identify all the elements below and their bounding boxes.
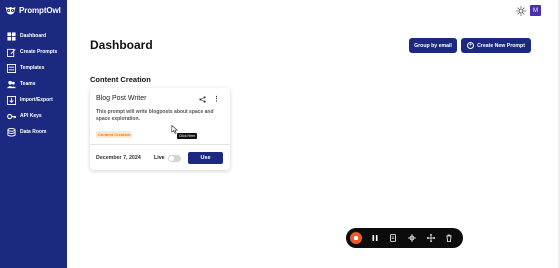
sidebar-item-create-prompts[interactable]: Create Prompts <box>0 44 67 60</box>
pause-icon <box>372 235 378 241</box>
tooltip: Click Here <box>177 133 198 139</box>
card-divider <box>90 144 230 145</box>
sidebar-item-label: Data Room <box>20 129 47 135</box>
key-icon <box>7 112 16 121</box>
recording-toolbar <box>346 228 463 248</box>
theme-toggle-sun-icon[interactable] <box>516 6 526 16</box>
sidebar-item-templates[interactable]: Templates <box>0 60 67 76</box>
sidebar-item-teams[interactable]: Teams <box>0 76 67 92</box>
sidebar-item-label: Templates <box>20 65 45 71</box>
delete-button[interactable] <box>443 232 455 244</box>
stop-icon <box>354 236 358 240</box>
share-icon[interactable] <box>199 96 206 103</box>
card-date: December 7, 2024 <box>96 155 141 161</box>
brand-name: PromptOwl <box>19 6 61 15</box>
sidebar-item-import-export[interactable]: Import/Export <box>0 92 67 108</box>
move-button[interactable] <box>425 232 437 244</box>
pause-button[interactable] <box>369 232 381 244</box>
stop-recording-button[interactable] <box>350 232 362 244</box>
sidebar-nav: Dashboard Create Prompts Templates Teams… <box>0 28 67 140</box>
sidebar-item-dashboard[interactable]: Dashboard <box>0 28 67 44</box>
sidebar-item-api-keys[interactable]: API Keys <box>0 108 67 124</box>
sidebar-item-label: Dashboard <box>20 33 47 39</box>
sidebar: PromptOwl Dashboard Create Prompts Templ… <box>0 0 67 268</box>
category-tag: Content Creation <box>96 131 133 138</box>
brand[interactable]: PromptOwl <box>5 6 61 15</box>
card-description: This prompt will write blogposts about s… <box>96 109 214 122</box>
use-button-label: Use <box>200 155 211 161</box>
teams-icon <box>7 80 16 89</box>
create-new-prompt-button[interactable]: + Create New Prompt <box>461 38 531 53</box>
sidebar-item-label: Teams <box>20 81 36 87</box>
live-label: Live <box>154 155 165 161</box>
dashboard-icon <box>7 31 16 41</box>
owl-logo-icon <box>5 7 16 15</box>
more-options-icon[interactable]: ⋮ <box>213 95 220 104</box>
toggle-knob <box>169 156 174 161</box>
notes-button[interactable] <box>387 232 399 244</box>
plus-circle-icon: + <box>467 42 475 49</box>
templates-icon <box>7 63 16 73</box>
sidebar-item-label: Create Prompts <box>20 49 58 55</box>
sidebar-item-label: API Keys <box>20 113 42 119</box>
import-export-icon <box>7 95 16 105</box>
sidebar-item-label: Import/Export <box>20 97 53 103</box>
trash-icon <box>446 234 452 242</box>
sidebar-item-data-room[interactable]: Data Room <box>0 124 67 140</box>
database-icon <box>7 127 16 137</box>
live-toggle[interactable] <box>168 155 181 162</box>
create-new-prompt-label: Create New Prompt <box>477 42 525 49</box>
crosshair-icon <box>408 234 416 242</box>
section-title: Content Creation <box>90 75 151 84</box>
card-title: Blog Post Writer <box>96 95 147 102</box>
use-button[interactable]: Use <box>188 152 223 164</box>
move-icon <box>427 234 435 242</box>
edit-icon <box>7 48 16 57</box>
avatar[interactable]: M <box>530 5 541 16</box>
group-by-email-label: Group by email <box>414 42 452 49</box>
page-title: Dashboard <box>90 38 153 52</box>
crosshair-button[interactable] <box>406 232 418 244</box>
notes-icon <box>390 234 396 242</box>
group-by-email-button[interactable]: Group by email <box>409 38 457 53</box>
prompt-card[interactable]: Blog Post Writer ⋮ This prompt will writ… <box>90 88 230 170</box>
